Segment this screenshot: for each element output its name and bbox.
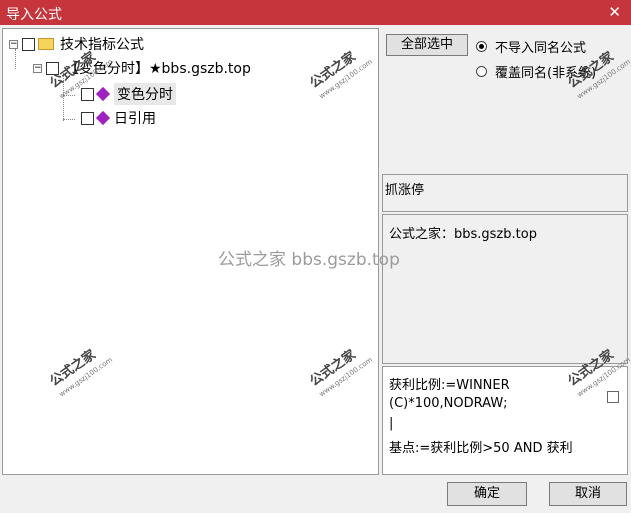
code-line: 获利比例:=WINNER [389,378,510,393]
tree-node-label: 【变色分时】★bbs.gszb.top [65,61,251,77]
radio-overwrite-duplicates[interactable]: 覆盖同名(非系统) [476,62,596,81]
checkbox[interactable] [22,37,35,51]
radio-indicator [476,41,487,52]
tree-node-label: 技术指标公式 [60,37,144,53]
formula-icon [95,110,111,126]
tree-line [63,73,64,121]
code-checkbox[interactable] [607,391,619,403]
tree-node-item[interactable]: 日引用 [77,108,156,128]
title-bar: 导入公式 ✕ [0,0,631,25]
checkbox[interactable] [46,61,59,75]
formula-description-text: 公式之家：bbs.gszb.top [389,227,537,242]
window-title: 导入公式 [6,7,62,23]
checkbox[interactable] [81,111,94,125]
code-line: 基点:=获利比例>50 AND 获利 [389,441,573,456]
collapse-icon[interactable]: − [33,63,42,73]
tree-node-root[interactable]: − 技术指标公式 [9,34,144,54]
radio-label: 不导入同名公式 [495,41,587,56]
formula-name-panel: 抓涨停 [382,174,628,212]
select-all-button[interactable]: 全部选中 [386,34,468,56]
tree-line [63,95,75,96]
radio-indicator [476,66,487,77]
checkbox[interactable] [81,87,94,101]
import-formula-dialog: 导入公式 ✕ − 技术指标公式 − 【变色分时】★bbs.gszb.top 变色… [0,0,631,513]
collapse-icon[interactable]: − [9,39,18,49]
tree-node-item[interactable]: 变色分时 [77,83,176,105]
center-watermark: 公式之家 bbs.gszb.top [218,250,400,270]
close-icon[interactable]: ✕ [608,3,621,21]
radio-skip-duplicates[interactable]: 不导入同名公式 [476,37,586,56]
tree-node-label: 日引用 [114,111,156,127]
tree-node-label: 变色分时 [114,83,176,105]
formula-code-panel[interactable]: 获利比例:=WINNER (C)*100,NODRAW; | 基点:=获利比例>… [382,366,628,475]
tree-node-group[interactable]: − 【变色分时】★bbs.gszb.top [33,58,251,78]
radio-label: 覆盖同名(非系统) [495,66,597,81]
code-line: | [389,416,394,431]
cancel-button[interactable]: 取消 [549,482,627,506]
formula-icon [95,86,111,102]
tree-line [63,119,75,120]
folder-icon [38,38,54,50]
ok-button[interactable]: 确定 [447,482,527,506]
code-line: (C)*100,NODRAW; [389,396,508,411]
formula-name-text: 抓涨停 [385,183,425,198]
formula-description-panel: 公式之家：bbs.gszb.top [382,214,628,364]
